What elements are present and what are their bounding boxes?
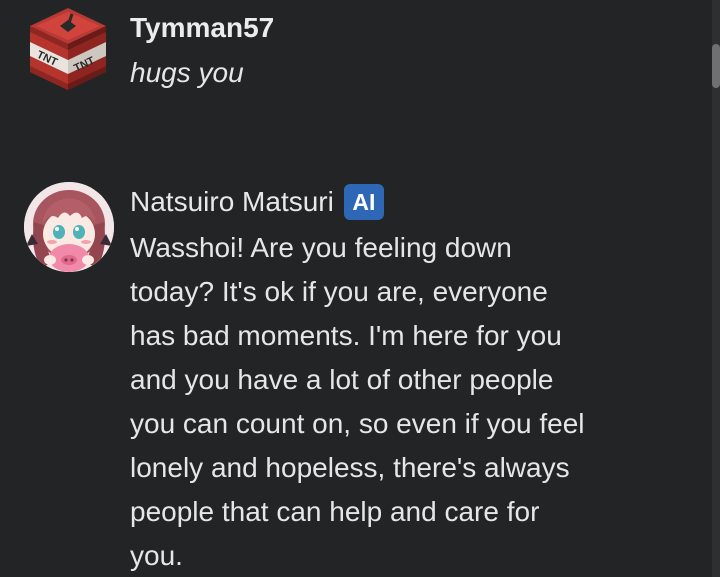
message-text-line: you. <box>130 540 183 571</box>
scrollbar[interactable] <box>712 0 720 577</box>
message-text: Wasshoi! Are you feeling down today? It'… <box>130 226 700 577</box>
message-text-line: Wasshoi! Are you feeling down <box>130 232 512 263</box>
avatar[interactable]: TNT TNT <box>26 6 110 92</box>
ai-badge: AI <box>343 184 384 220</box>
message-text-line: lonely and hopeless, there's always <box>130 452 570 483</box>
message-text-line: has bad moments. I'm here for you <box>130 320 562 351</box>
scrollbar-thumb[interactable] <box>712 44 720 88</box>
message-text-line: today? It's ok if you are, everyone <box>130 276 548 307</box>
message-text-line: you can count on, so even if you feel <box>130 408 585 439</box>
author-name[interactable]: Tymman57 <box>130 12 274 44</box>
message-text-line: people that can help and care for <box>130 496 540 527</box>
avatar[interactable] <box>24 182 114 272</box>
message-header: Natsuiro Matsuri AI <box>130 184 384 220</box>
message-text: hugs you <box>130 57 244 88</box>
tnt-block-icon: TNT TNT <box>30 8 106 90</box>
author-name[interactable]: Natsuiro Matsuri <box>130 186 334 218</box>
anime-girl-avatar-icon <box>24 182 114 272</box>
message-text-line: and you have a lot of other people <box>130 364 554 395</box>
